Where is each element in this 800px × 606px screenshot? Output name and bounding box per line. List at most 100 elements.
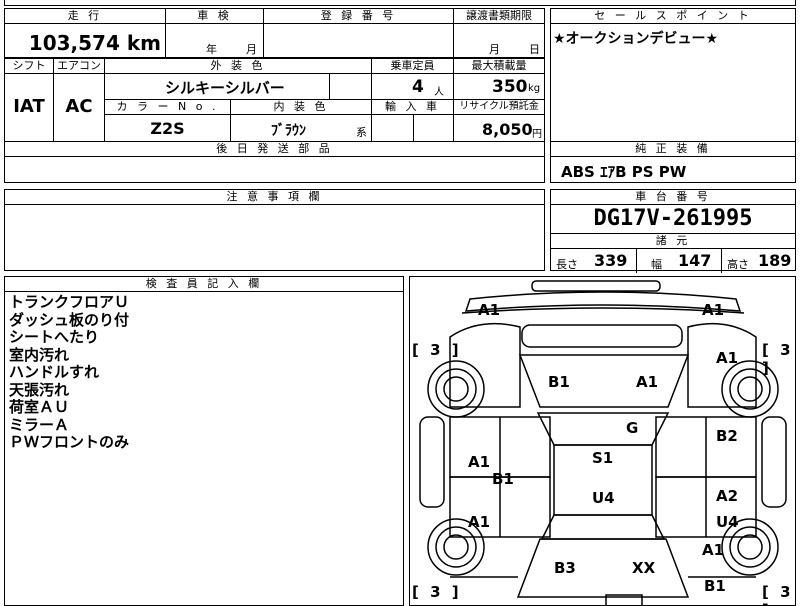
inspection-year: 年 bbox=[206, 43, 217, 56]
color-no-value: Z2S bbox=[150, 119, 185, 138]
recycle-cell: リサイクル預託金 8,050 円 bbox=[453, 99, 545, 142]
inspector-note: ミラーＡ bbox=[9, 415, 70, 434]
inspector-note: トランクフロアＵ bbox=[9, 293, 130, 311]
top-strip bbox=[4, 0, 796, 6]
b2-right-door-mark: B2 bbox=[716, 427, 738, 445]
recycle-unit: 円 bbox=[532, 129, 542, 140]
interior-cell: 内 装 色 ﾌﾞﾗｳﾝ 系 bbox=[230, 99, 372, 142]
b3-rear-left-mark: B3 bbox=[554, 559, 576, 577]
width-value: 147 bbox=[678, 251, 712, 270]
a1-left-door-mark: A1 bbox=[468, 453, 491, 471]
mileage-unit: km bbox=[126, 31, 161, 55]
import-label: 輸 入 車 bbox=[372, 100, 453, 115]
inspection-month: 月 bbox=[246, 43, 257, 56]
inspector-label: 検 査 員 記 入 欄 bbox=[5, 277, 403, 292]
transfer-month: 月 bbox=[489, 43, 500, 56]
max-load-cell: 最大積載量 350 kg bbox=[453, 58, 545, 100]
equipment-value: ABS ｴｱB PS PW bbox=[561, 163, 687, 181]
registration-cell: 登 録 番 号 bbox=[263, 8, 454, 58]
inspector-note: 荷室ＡＵ bbox=[9, 398, 70, 416]
mileage-label: 走 行 bbox=[5, 9, 165, 24]
inspection-cell: 車 検 年 月 bbox=[165, 8, 264, 58]
sales-point-text: ★オークションデビュー★ bbox=[553, 31, 719, 47]
a1-front-left-mark: A1 bbox=[478, 301, 501, 319]
b1-left-door-mark: B1 bbox=[492, 470, 514, 488]
inspection-label: 車 検 bbox=[166, 9, 263, 24]
caution-cell: 注 意 事 項 欄 bbox=[4, 189, 545, 271]
import-cell: 輸 入 車 bbox=[371, 99, 454, 142]
aircon-label: エアコン bbox=[54, 59, 104, 74]
exterior-cell: 外 装 色 シルキーシルバー bbox=[104, 58, 372, 100]
inspector-note: 室内汚れ bbox=[9, 345, 70, 364]
transfer-day: 日 bbox=[529, 43, 540, 56]
chassis-cell: 車 台 番 号 DG17V-261995 諸 元 長さ 339 幅 147 高さ… bbox=[550, 189, 796, 273]
chassis-label: 車 台 番 号 bbox=[551, 190, 795, 205]
caution-label: 注 意 事 項 欄 bbox=[5, 190, 544, 205]
shift-value: IAT bbox=[13, 96, 45, 117]
mileage-cell: 走 行 103,574 km bbox=[4, 8, 166, 58]
inspector-note: ダッシュ板のり付 bbox=[9, 310, 130, 329]
chassis-value: DG17V-261995 bbox=[593, 206, 753, 231]
tire-front-right-grade: [ 3 ] bbox=[762, 341, 794, 377]
a1-left-rear-door-mark: A1 bbox=[468, 513, 491, 531]
mileage-value: 103,574 bbox=[28, 31, 120, 55]
max-load-label: 最大積載量 bbox=[454, 59, 544, 74]
car-diagram: A1 A1 A1 B1 A1 G B2 S1 A1 B1 U4 A2 A1 U4… bbox=[409, 276, 796, 606]
a1-right-fender-mark: A1 bbox=[716, 349, 739, 367]
tire-front-left-grade: [ 3 ] bbox=[412, 341, 462, 359]
exterior-label: 外 装 色 bbox=[105, 59, 371, 74]
a1-front-right-mark: A1 bbox=[702, 301, 725, 319]
later-parts-label: 後 日 発 送 部 品 bbox=[5, 142, 544, 157]
car-outline bbox=[419, 280, 787, 605]
dims-label: 諸 元 bbox=[551, 233, 795, 249]
sales-point-label: セ ー ル ス ポ イ ン ト bbox=[551, 9, 795, 24]
shift-cell: シフト IAT bbox=[4, 58, 54, 142]
transfer-label: 譲渡書類期限 bbox=[454, 9, 544, 24]
equipment-label: 純 正 装 備 bbox=[551, 142, 795, 157]
width-label: 幅 bbox=[651, 258, 662, 271]
xx-rear-right-mark: XX bbox=[632, 559, 656, 577]
recycle-value: 8,050 bbox=[482, 120, 533, 139]
capacity-cell: 乗車定員 4 人 bbox=[371, 58, 454, 100]
max-load-unit: kg bbox=[528, 83, 541, 94]
aircon-cell: エアコン AC bbox=[53, 58, 105, 142]
u4-right-rear-door-mark: U4 bbox=[716, 513, 739, 531]
interior-value: ﾌﾞﾗｳﾝ bbox=[271, 123, 306, 139]
registration-label: 登 録 番 号 bbox=[264, 9, 453, 24]
capacity-unit: 人 bbox=[434, 87, 444, 98]
shift-label: シフト bbox=[5, 59, 53, 74]
a1-hood-right-mark: A1 bbox=[636, 373, 659, 391]
height-label: 高さ bbox=[727, 258, 749, 271]
equipment-cell: 純 正 装 備 ABS ｴｱB PS PW bbox=[550, 141, 796, 183]
b1-hood-left-mark: B1 bbox=[548, 373, 570, 391]
exterior-value: シルキーシルバー bbox=[165, 79, 285, 97]
g-windshield-mark: G bbox=[626, 419, 639, 437]
inspector-note: ハンドルすれ bbox=[9, 363, 100, 381]
max-load-value: 350 bbox=[492, 77, 528, 97]
inspector-cell: 検 査 員 記 入 欄 トランクフロアＵ ダッシュ板のり付 シートへたり 室内汚… bbox=[4, 276, 404, 606]
a1-right-quarter-mark: A1 bbox=[702, 541, 725, 559]
length-label: 長さ bbox=[556, 258, 578, 271]
b1-rear-right-mark: B1 bbox=[704, 577, 726, 595]
a2-right-rear-door-mark: A2 bbox=[716, 487, 739, 505]
inspector-note: ＰＷフロントのみ bbox=[9, 433, 130, 451]
recycle-label: リサイクル預託金 bbox=[454, 100, 544, 115]
s1-roof-mark: S1 bbox=[592, 449, 614, 467]
color-no-label: カ ラ ー N o . bbox=[105, 100, 230, 115]
length-value: 339 bbox=[594, 251, 628, 270]
u4-roof-mark: U4 bbox=[592, 489, 615, 507]
interior-suffix: 系 bbox=[356, 126, 367, 139]
capacity-value: 4 bbox=[412, 77, 424, 97]
tire-rear-left-grade: [ 3 ] bbox=[412, 583, 462, 601]
color-no-cell: カ ラ ー N o . Z2S bbox=[104, 99, 231, 142]
interior-label: 内 装 色 bbox=[231, 100, 371, 115]
tire-rear-right-grade: [ 3 ] bbox=[762, 583, 794, 605]
later-parts-cell: 後 日 発 送 部 品 bbox=[4, 141, 545, 183]
aircon-value: AC bbox=[65, 96, 93, 117]
transfer-cell: 譲渡書類期限 月 日 bbox=[453, 8, 545, 58]
inspector-note: シートへたり bbox=[9, 328, 100, 346]
inspector-note: 天張汚れ bbox=[9, 380, 70, 399]
height-value: 189 bbox=[758, 251, 792, 270]
sales-point-cell: セ ー ル ス ポ イ ン ト ★オークションデビュー★ bbox=[550, 8, 796, 142]
capacity-label: 乗車定員 bbox=[372, 59, 453, 74]
